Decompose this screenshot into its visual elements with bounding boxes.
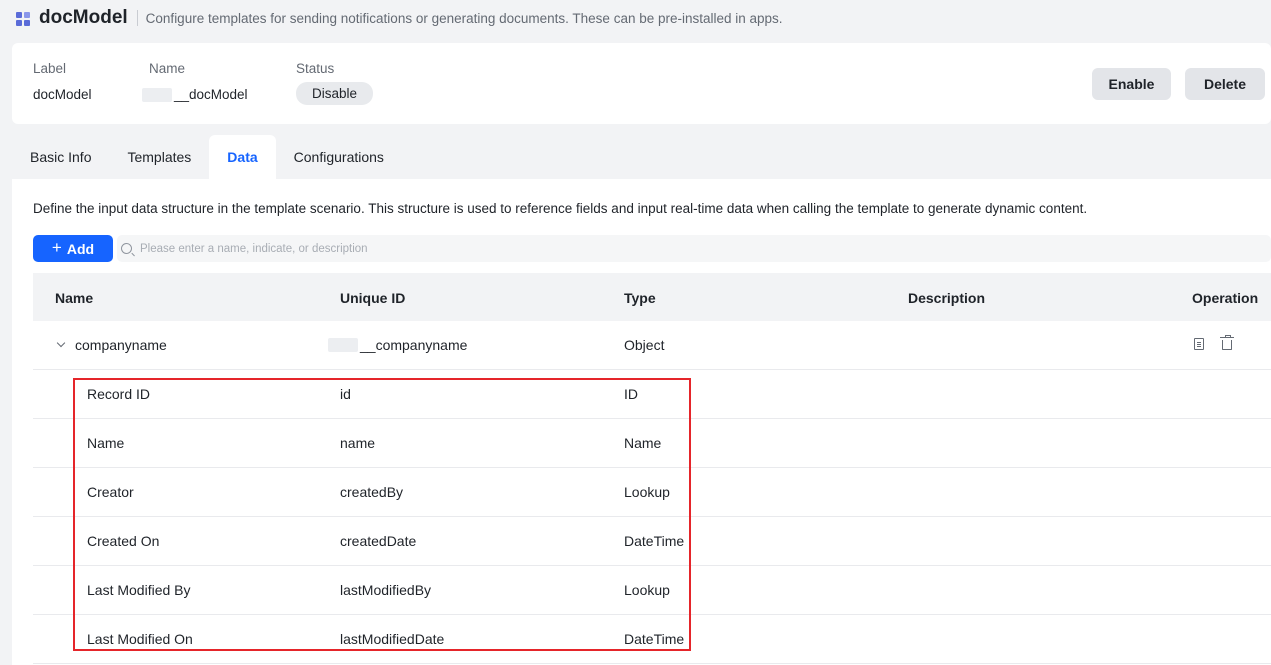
row-name: Last Modified By	[87, 582, 191, 598]
column-header-name: Name	[55, 290, 94, 306]
row-type: Lookup	[624, 484, 670, 500]
tab-basic-info[interactable]: Basic Info	[12, 135, 109, 179]
label-field: Label docModel	[33, 61, 92, 102]
table-row: companyname __companyname Object	[33, 321, 1271, 370]
table-row: Creator createdBy Lookup	[33, 468, 1271, 517]
table-row: Created On createdDate DateTime	[33, 517, 1271, 566]
tab-templates[interactable]: Templates	[109, 135, 209, 179]
row-unique-id: name	[340, 435, 376, 451]
row-unique-id: __companyname	[360, 337, 468, 353]
name-field: Name __docModel	[142, 61, 248, 102]
label-value: docModel	[33, 87, 92, 102]
row-type: DateTime	[624, 631, 685, 647]
tab-data[interactable]: Data	[209, 135, 276, 179]
label-caption: Label	[33, 61, 67, 76]
row-type: ID	[624, 386, 638, 402]
trash-icon[interactable]	[1220, 335, 1234, 350]
page-header: docModel Configure templates for sending…	[0, 0, 1271, 42]
chevron-down-icon[interactable]	[56, 338, 66, 348]
app-grid-icon	[16, 12, 31, 27]
search-input[interactable]	[140, 242, 740, 255]
status-field: Status Disable	[296, 61, 374, 105]
row-unique-id: lastModifiedBy	[340, 582, 432, 598]
row-unique-id: createdDate	[340, 533, 417, 549]
add-button[interactable]: + Add	[33, 235, 113, 262]
page-title: docModel	[39, 7, 128, 28]
table-row: Name name Name	[33, 419, 1271, 468]
tab-bar: Basic Info Templates Data Configurations	[12, 135, 402, 179]
table-row: Last Modified On lastModifiedDate DateTi…	[33, 615, 1271, 664]
row-name: Record ID	[87, 386, 151, 402]
redacted-prefix	[328, 338, 358, 352]
enable-button[interactable]: Enable	[1092, 68, 1171, 100]
status-badge: Disable	[296, 82, 374, 105]
row-type: Object	[624, 337, 665, 353]
name-value: __docModel	[174, 87, 248, 102]
delete-button[interactable]: Delete	[1185, 68, 1265, 100]
row-unique-id-cell: __companyname	[328, 337, 467, 353]
row-name: companyname	[75, 337, 167, 353]
edit-document-icon[interactable]	[1194, 338, 1204, 350]
row-unique-id: id	[340, 386, 351, 402]
table-row: Last Modified By lastModifiedBy Lookup	[33, 566, 1271, 615]
row-unique-id: createdBy	[340, 484, 404, 500]
column-header-description: Description	[908, 290, 986, 306]
row-name: Name	[87, 435, 125, 451]
column-header-operation: Operation	[1192, 290, 1259, 306]
title-divider	[136, 10, 138, 26]
table-row: Record ID id ID	[33, 370, 1271, 419]
search-icon	[121, 243, 132, 254]
search-box	[117, 235, 1271, 262]
row-name: Creator	[87, 484, 134, 500]
row-name: Created On	[87, 533, 160, 549]
name-value-wrap: __docModel	[142, 87, 248, 102]
row-type: DateTime	[624, 533, 685, 549]
table-header: Name Unique ID Type Description Operatio…	[33, 273, 1271, 321]
add-button-label: Add	[66, 240, 95, 257]
redacted-prefix	[142, 87, 172, 102]
row-type: Name	[624, 435, 662, 451]
row-unique-id: lastModifiedDate	[340, 631, 445, 647]
data-description: Define the input data structure in the t…	[33, 201, 1088, 216]
column-header-type: Type	[624, 290, 656, 306]
row-name: Last Modified On	[87, 631, 193, 647]
status-caption: Status	[296, 61, 335, 76]
column-header-unique-id: Unique ID	[340, 290, 406, 306]
name-caption: Name	[149, 61, 186, 76]
row-name-cell: companyname	[55, 337, 167, 353]
page-description: Configure templates for sending notifica…	[145, 10, 783, 26]
plus-icon: +	[51, 237, 62, 257]
model-info-card: Label docModel Name __docModel Status Di…	[12, 43, 1271, 124]
tab-configurations[interactable]: Configurations	[276, 135, 402, 179]
row-type: Lookup	[624, 582, 670, 598]
data-panel: Define the input data structure in the t…	[12, 179, 1271, 665]
